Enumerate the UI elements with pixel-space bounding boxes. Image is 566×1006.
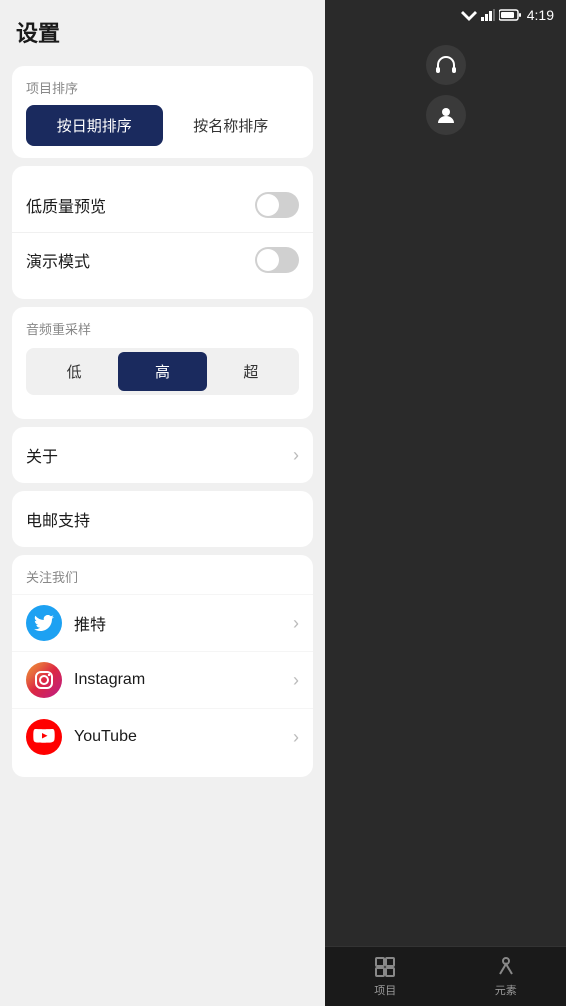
- twitter-label: 推特: [74, 611, 293, 635]
- sort-section-label: 项目排序: [12, 78, 313, 105]
- nav-item-projects[interactable]: 项目: [373, 955, 397, 998]
- status-icons: [461, 9, 521, 21]
- low-quality-toggle[interactable]: [255, 192, 299, 218]
- right-panel: 项目 元素: [325, 0, 566, 1006]
- instagram-icon: [26, 662, 62, 698]
- twitter-icon: [26, 605, 62, 641]
- demo-mode-row: 演示模式: [12, 232, 313, 287]
- user-icon-circle[interactable]: [426, 95, 466, 135]
- email-label: 电邮支持: [26, 507, 90, 531]
- twitter-chevron-icon: ›: [293, 613, 299, 634]
- youtube-icon: [26, 719, 62, 755]
- about-chevron-icon: ›: [293, 445, 299, 466]
- signal-icon: [481, 9, 495, 21]
- nav-item-elements[interactable]: 元素: [494, 955, 518, 998]
- audio-high-button[interactable]: 高: [118, 352, 206, 391]
- sort-section: 项目排序 按日期排序 按名称排序: [12, 66, 313, 158]
- sort-buttons-group: 按日期排序 按名称排序: [12, 105, 313, 146]
- email-row[interactable]: 电邮支持: [12, 491, 313, 547]
- youtube-chevron-icon: ›: [293, 727, 299, 748]
- youtube-row[interactable]: YouTube ›: [12, 708, 313, 765]
- twitter-row[interactable]: 推特 ›: [12, 594, 313, 651]
- projects-icon: [373, 955, 397, 979]
- follow-section: 关注我们 推特 › Instagram ›: [12, 555, 313, 777]
- instagram-label: Instagram: [74, 671, 293, 689]
- sort-by-date-button[interactable]: 按日期排序: [26, 105, 163, 146]
- status-bar: 4:19: [325, 0, 566, 30]
- toggles-section: 低质量预览 演示模式: [12, 166, 313, 299]
- audio-buttons-group: 低 高 超: [26, 348, 299, 395]
- instagram-row[interactable]: Instagram ›: [12, 651, 313, 708]
- instagram-chevron-icon: ›: [293, 670, 299, 691]
- status-time: 4:19: [527, 7, 554, 23]
- headphone-icon-circle[interactable]: [426, 45, 466, 85]
- demo-mode-toggle[interactable]: [255, 247, 299, 273]
- sort-by-name-button[interactable]: 按名称排序: [163, 105, 300, 146]
- page-title: 设置: [0, 0, 325, 58]
- about-row[interactable]: 关于 ›: [12, 427, 313, 483]
- settings-panel: 设置 项目排序 按日期排序 按名称排序 低质量预览 演示模式 音频重采样 低 高…: [0, 0, 325, 1006]
- right-top-icons: [426, 40, 466, 135]
- audio-section-label: 音频重采样: [26, 319, 299, 338]
- audio-low-button[interactable]: 低: [30, 352, 118, 391]
- follow-section-label: 关注我们: [12, 567, 313, 594]
- wifi-icon: [461, 9, 477, 21]
- youtube-label: YouTube: [74, 728, 293, 746]
- elements-icon: [494, 955, 518, 979]
- bottom-nav: 项目 元素: [325, 946, 566, 1006]
- low-quality-label: 低质量预览: [26, 193, 106, 217]
- audio-ultra-button[interactable]: 超: [207, 352, 295, 391]
- battery-icon: [499, 9, 521, 21]
- nav-elements-label: 元素: [495, 982, 517, 998]
- audio-section: 音频重采样 低 高 超: [12, 307, 313, 419]
- low-quality-row: 低质量预览: [12, 178, 313, 232]
- about-label: 关于: [26, 443, 58, 467]
- demo-mode-label: 演示模式: [26, 248, 90, 272]
- nav-projects-label: 项目: [374, 982, 396, 998]
